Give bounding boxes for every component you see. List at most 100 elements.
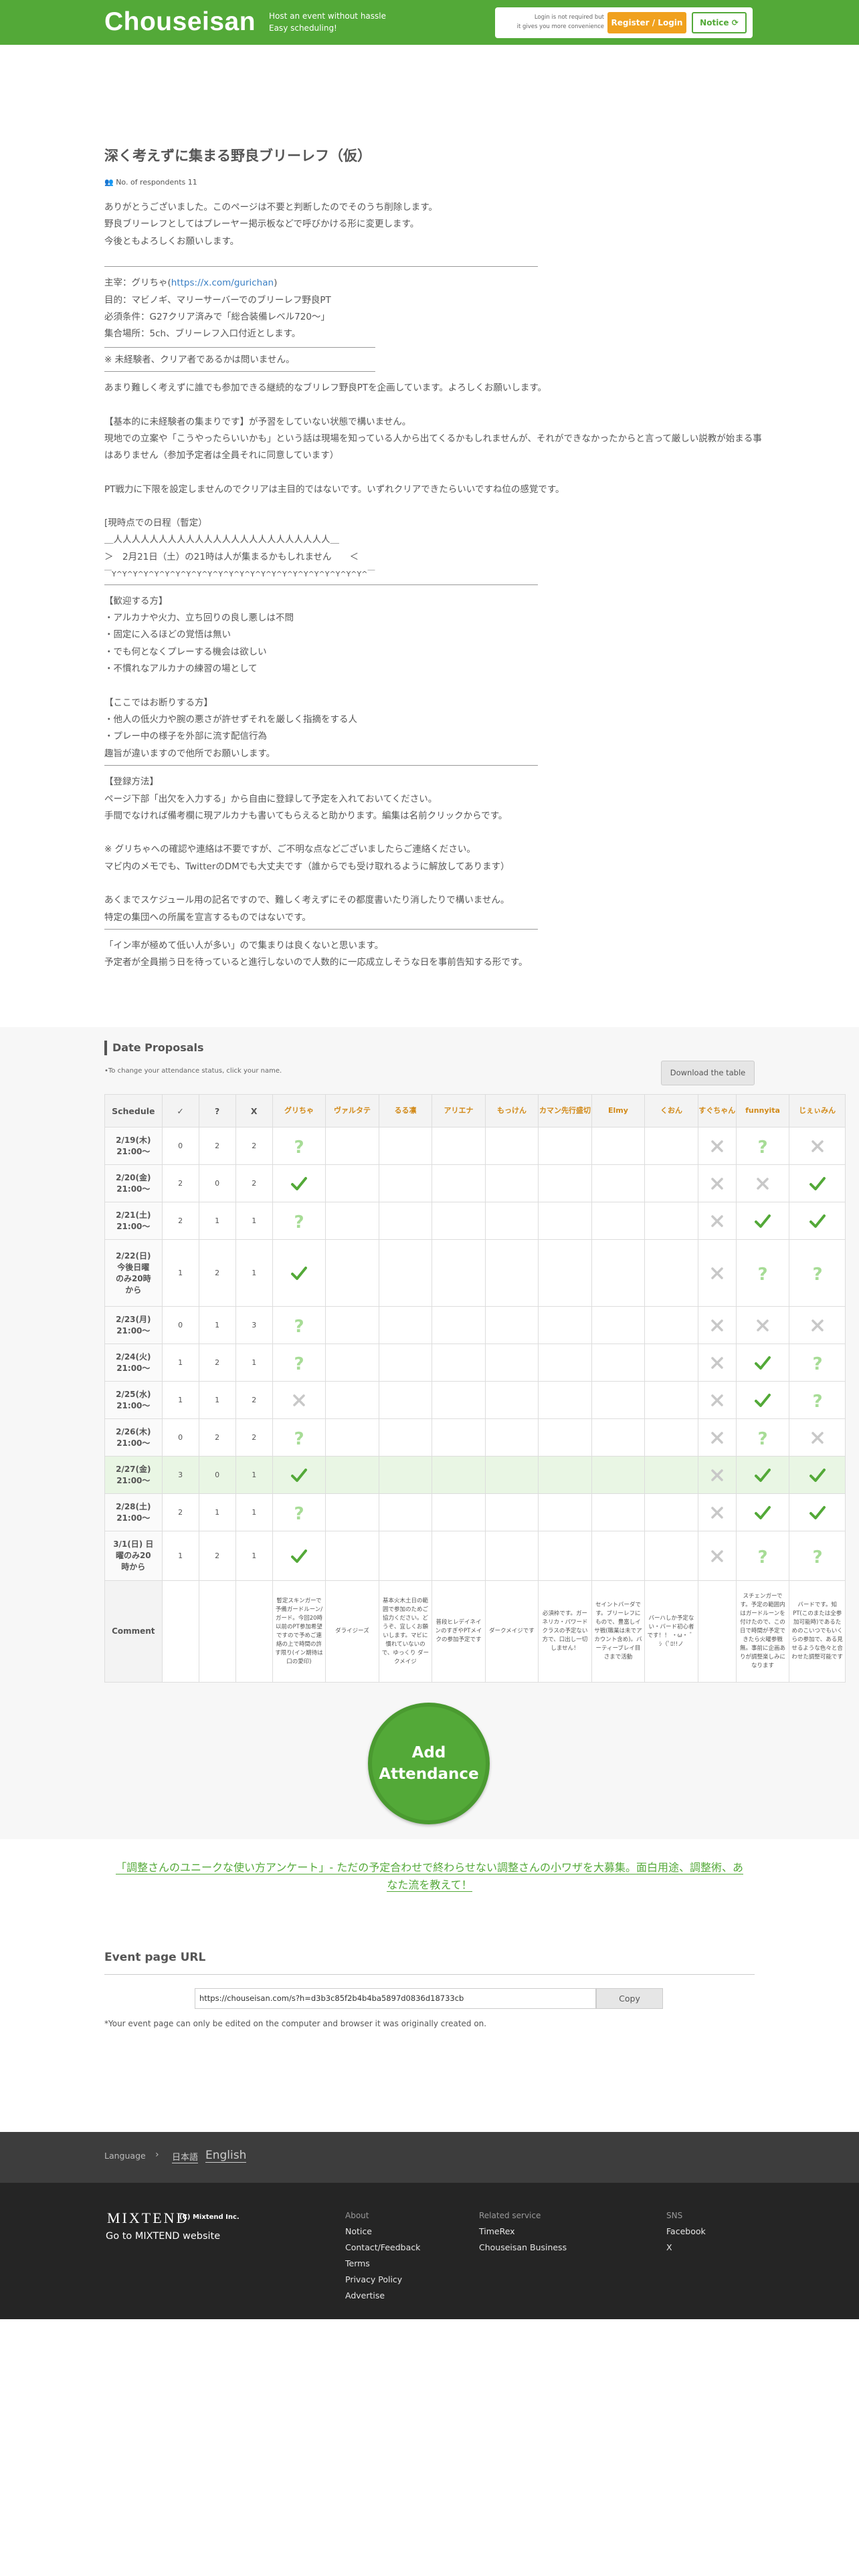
participant-name-header[interactable]: カマン先行盛切 xyxy=(538,1094,592,1128)
cross-icon xyxy=(710,1140,723,1152)
language-label: Language xyxy=(104,2151,146,2161)
register-login-button[interactable]: Register / Login xyxy=(607,12,686,33)
download-table-button[interactable]: Download the table xyxy=(661,1061,755,1085)
mixtend-logo[interactable]: MIXTEND xyxy=(107,2210,189,2227)
organizer-x-link[interactable]: https://x.com/gurichan xyxy=(171,278,274,288)
svg-text:?: ? xyxy=(757,1265,767,1283)
schedule-date: 2/24(火) 21:00～ xyxy=(104,1344,163,1382)
attendance-cell xyxy=(325,1344,379,1382)
attendance-cell xyxy=(432,1456,486,1494)
attendance-cell xyxy=(591,1456,646,1494)
chevron-right-icon: › xyxy=(155,2149,159,2160)
divider xyxy=(104,1974,755,1975)
attendance-cell xyxy=(538,1493,592,1531)
attendance-cell xyxy=(735,1306,790,1344)
page-bottom xyxy=(0,2319,859,2576)
schedule-date: 3/1(日) 日 曜のみ20 時から xyxy=(104,1531,163,1581)
participant-comment: バードです。知PT(このまたは全参加可能時)であるためのこいつでもいくらの参加で… xyxy=(789,1580,846,1683)
attendance-cell xyxy=(538,1306,592,1344)
attendance-cell xyxy=(432,1306,486,1344)
attendance-cell xyxy=(735,1381,790,1419)
notice-button[interactable]: Notice ⟳ xyxy=(692,12,747,33)
attendance-cell xyxy=(591,1531,646,1581)
language-bar: Language › 日本語 English xyxy=(0,2132,859,2183)
attendance-cell xyxy=(432,1381,486,1419)
participant-name-header[interactable]: すぐちゃん xyxy=(697,1094,737,1128)
count-ok: 1 xyxy=(161,1531,199,1581)
language-japanese-link[interactable]: 日本語 xyxy=(172,2150,199,2163)
footer-link-contact[interactable]: Contact/Feedback xyxy=(345,2240,420,2256)
language-english-link[interactable]: English xyxy=(205,2149,247,2163)
attendance-cell xyxy=(789,1306,846,1344)
copy-url-button[interactable]: Copy xyxy=(596,1988,663,2009)
refresh-icon: ⟳ xyxy=(731,18,739,27)
logo[interactable]: Chouseisan xyxy=(104,7,256,37)
attendance-cell xyxy=(484,1344,539,1382)
event-url-field[interactable]: https://chouseisan.com/s?h=d3b3c85f2b4b4… xyxy=(195,1988,596,2009)
cross-icon xyxy=(710,1469,723,1481)
participant-name-header[interactable]: るる凛 xyxy=(378,1094,433,1128)
attendance-cell: ? xyxy=(272,1493,326,1531)
participant-name-header[interactable]: くおん xyxy=(644,1094,698,1128)
attendance-cell xyxy=(697,1164,737,1202)
count-maybe: 0 xyxy=(198,1164,236,1202)
participant-name-header[interactable]: じぇぃみん xyxy=(789,1094,846,1128)
attendance-cell xyxy=(432,1531,486,1581)
mixtend-website-link[interactable]: Go to MIXTEND website xyxy=(106,2231,220,2242)
attendance-cell xyxy=(484,1306,539,1344)
svg-text:?: ? xyxy=(294,1354,304,1372)
attendance-cell xyxy=(325,1306,379,1344)
footer-link-advertise[interactable]: Advertise xyxy=(345,2288,420,2304)
attendance-cell xyxy=(432,1127,486,1165)
event-url-note: *Your event page can only be edited on t… xyxy=(104,2019,487,2028)
check-icon xyxy=(755,1214,771,1228)
attendance-cell xyxy=(432,1344,486,1382)
participant-name-header[interactable]: グリちゃ xyxy=(272,1094,326,1128)
footer-link-x[interactable]: X xyxy=(666,2240,706,2256)
footer-link-timerex[interactable]: TimeRex xyxy=(479,2224,567,2240)
empty-cell xyxy=(161,1580,199,1683)
attendance-cell xyxy=(538,1531,592,1581)
check-icon xyxy=(290,1266,307,1280)
count-no: 1 xyxy=(235,1493,273,1531)
attendance-cell xyxy=(697,1344,737,1382)
participant-comment: 暫定スキンガーで予備ガードルーン/ガード。今回20時以前のPT参加希望ですので予… xyxy=(272,1580,326,1683)
svg-text:?: ? xyxy=(294,1317,304,1335)
cross-icon xyxy=(710,1214,723,1227)
footer-link-notice[interactable]: Notice xyxy=(345,2224,420,2240)
add-attendance-button[interactable]: Add Attendance xyxy=(368,1703,490,1824)
attendance-cell xyxy=(697,1239,737,1307)
attendance-cell xyxy=(272,1239,326,1307)
attendance-cell xyxy=(484,1418,539,1457)
count-no: 2 xyxy=(235,1418,273,1457)
table-row: 2/24(火) 21:00～ 1 2 1?? xyxy=(104,1344,846,1382)
participant-name-header[interactable]: ヴァルタテ xyxy=(325,1094,379,1128)
question-icon: ? xyxy=(757,1265,767,1283)
count-maybe: 1 xyxy=(198,1381,236,1419)
attendance-cell xyxy=(325,1164,379,1202)
participant-name-header[interactable]: funnyita xyxy=(735,1094,790,1128)
svg-text:?: ? xyxy=(294,1504,304,1522)
cross-icon xyxy=(710,1319,723,1331)
footer-link-chouseisan-business[interactable]: Chouseisan Business xyxy=(479,2240,567,2256)
attendance-cell xyxy=(591,1164,646,1202)
survey-link[interactable]: 「調整さんのユニークな使い方アンケート」- ただの予定合わせで終わらせない調整さ… xyxy=(111,1859,748,1894)
footer-link-facebook[interactable]: Facebook xyxy=(666,2224,706,2240)
schedule-date: 2/19(木) 21:00～ xyxy=(104,1127,163,1165)
participant-name-header[interactable]: もっけん xyxy=(484,1094,539,1128)
footer-link-terms[interactable]: Terms xyxy=(345,2256,420,2272)
footer-link-privacy[interactable]: Privacy Policy xyxy=(345,2272,420,2288)
attendance-cell xyxy=(484,1127,539,1165)
table-row: 2/22(日) 今後日曜 のみ20時 から 1 2 1?? xyxy=(104,1239,846,1307)
attendance-cell xyxy=(325,1381,379,1419)
participant-name-header[interactable]: アリエナ xyxy=(432,1094,486,1128)
comment-label: Comment xyxy=(104,1580,163,1683)
attendance-cell xyxy=(644,1164,698,1202)
attendance-cell xyxy=(378,1239,433,1307)
check-icon xyxy=(809,1505,826,1519)
participant-name-header[interactable]: Elmy xyxy=(591,1094,646,1128)
attendance-cell xyxy=(325,1127,379,1165)
table-row: 2/20(金) 21:00～ 2 0 2 xyxy=(104,1164,846,1202)
check-icon xyxy=(755,1393,771,1407)
table-row: 2/21(土) 21:00～ 2 1 1? xyxy=(104,1202,846,1240)
